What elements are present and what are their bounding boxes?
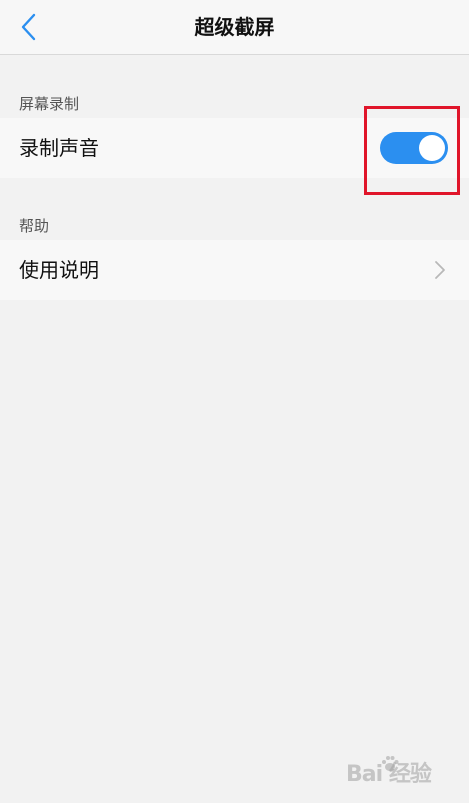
highlight-annotation-box (364, 106, 460, 195)
row-label-instructions: 使用说明 (19, 258, 99, 282)
paw-icon (382, 756, 399, 771)
nav-bar: 超级截屏 (0, 0, 469, 55)
section-label-help: 帮助 (19, 217, 50, 235)
settings-row-instructions[interactable]: 使用说明 (0, 240, 469, 300)
watermark: Bai 经验 (346, 754, 462, 788)
page-title: 超级截屏 (194, 15, 275, 39)
section-label-screen-recording: 屏幕录制 (19, 95, 80, 113)
row-label-record-sound: 录制声音 (19, 136, 99, 160)
chevron-right-icon (435, 261, 445, 279)
